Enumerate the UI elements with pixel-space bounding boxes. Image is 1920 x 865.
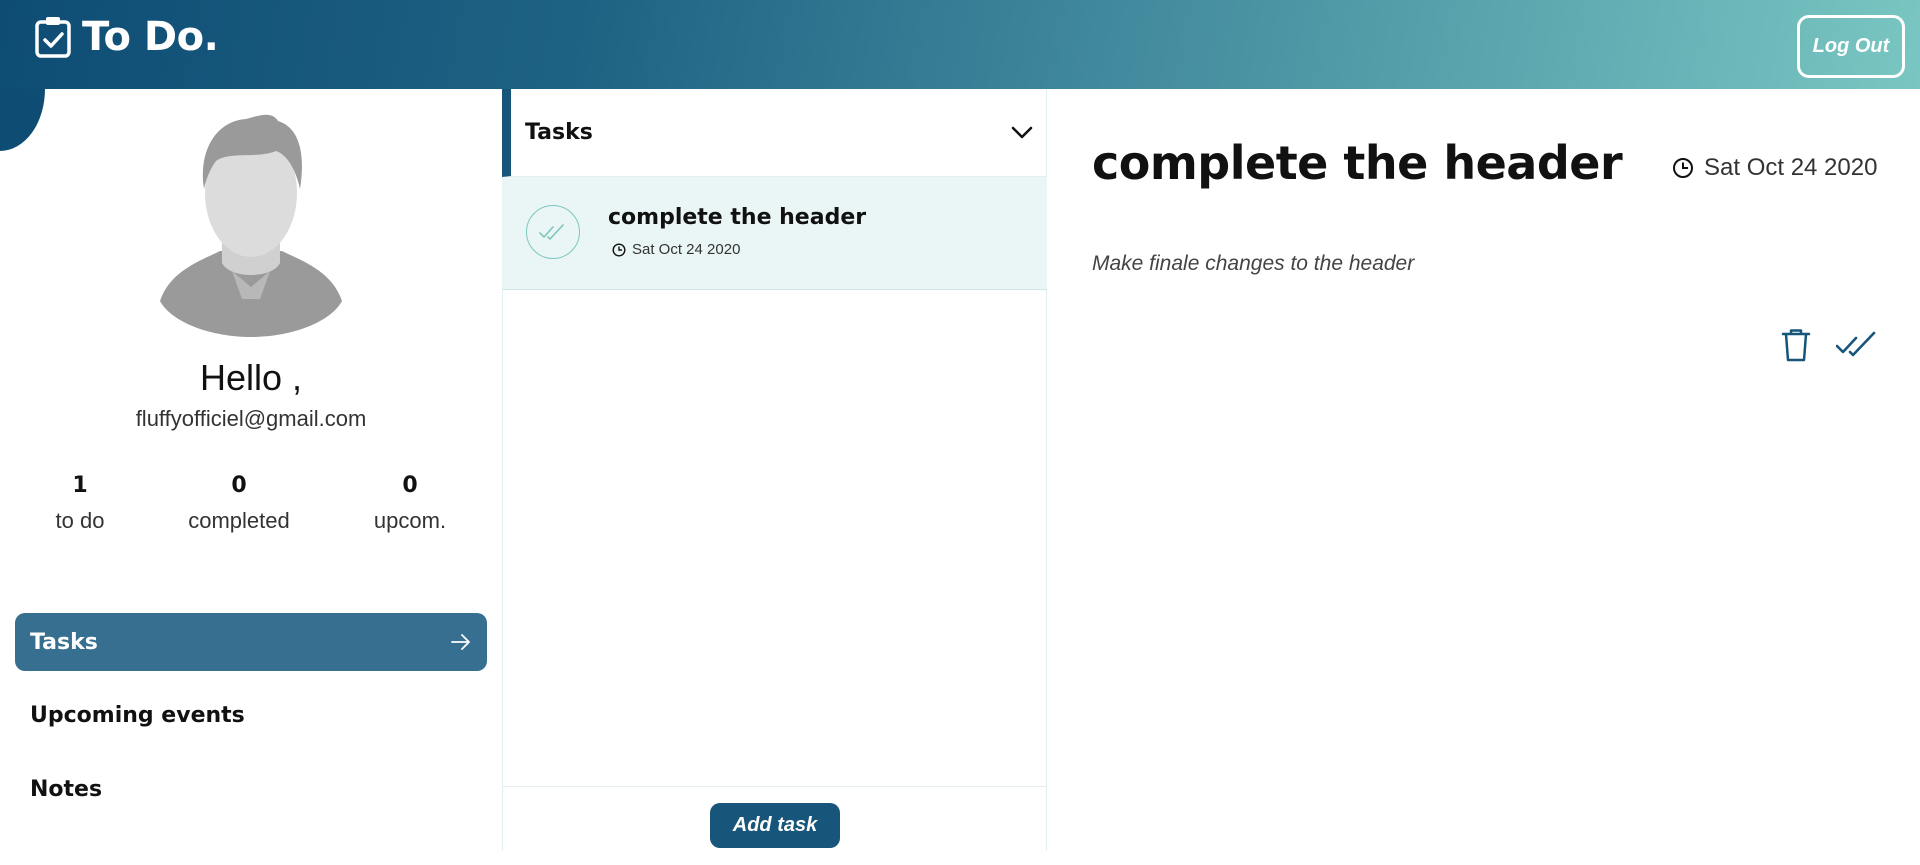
- task-detail-date-text: Sat Oct 24 2020: [1704, 154, 1878, 181]
- task-detail-date: Sat Oct 24 2020: [1672, 154, 1877, 182]
- task-detail-title: complete the header: [1092, 136, 1623, 190]
- nav-item-tasks[interactable]: Tasks: [15, 613, 487, 671]
- task-date: Sat Oct 24 2020: [612, 241, 740, 258]
- add-task-button[interactable]: Add task: [710, 803, 840, 848]
- clipboard-check-icon: [35, 17, 71, 58]
- logout-button[interactable]: Log Out: [1797, 15, 1905, 78]
- user-email: fluffyofficiel@gmail.com: [135, 406, 367, 431]
- chevron-down-icon[interactable]: [1011, 126, 1033, 140]
- task-title: complete the header: [608, 205, 867, 230]
- clock-icon: [1673, 158, 1693, 178]
- arrow-right-icon: [451, 634, 470, 650]
- profile-sidebar: Hello , fluffyofficiel@gmail.com 1 to do…: [0, 89, 502, 851]
- nav-item-label: Tasks: [30, 629, 98, 655]
- nav-item-notes[interactable]: Notes: [30, 777, 102, 802]
- divider: [502, 786, 1047, 787]
- stat-label: completed: [188, 508, 290, 533]
- greeting: Hello ,: [199, 357, 303, 398]
- stat-value: 0: [231, 473, 247, 498]
- stat-completed: 0 completed: [159, 473, 319, 534]
- stat-label: upcom.: [373, 508, 447, 533]
- clock-icon: [612, 242, 626, 257]
- brand-title: To Do.: [82, 14, 219, 60]
- task-date-text: Sat Oct 24 2020: [632, 241, 741, 258]
- double-check-icon: [539, 224, 564, 240]
- task-list-panel: Tasks complete the header Sat Oct 24 202…: [502, 89, 1047, 851]
- stat-upcoming: 0 upcom.: [330, 473, 490, 534]
- nav-item-upcoming-events[interactable]: Upcoming events: [30, 703, 245, 728]
- trash-icon[interactable]: [1780, 328, 1812, 362]
- top-bar: To Do. Log Out: [0, 0, 1920, 89]
- complete-task-toggle[interactable]: [526, 205, 580, 259]
- brand: To Do.: [34, 14, 219, 60]
- avatar: [160, 114, 342, 337]
- task-list-item[interactable]: complete the header Sat Oct 24 2020: [502, 177, 1047, 290]
- double-check-icon[interactable]: [1836, 330, 1876, 358]
- stat-todo: 1 to do: [0, 473, 160, 534]
- task-list-header: Tasks: [502, 89, 1047, 177]
- task-detail-description: Make finale changes to the header: [1092, 252, 1415, 275]
- stat-value: 0: [402, 473, 418, 498]
- stat-value: 1: [72, 473, 88, 498]
- stat-label: to do: [55, 508, 105, 533]
- task-list-title: Tasks: [525, 120, 593, 145]
